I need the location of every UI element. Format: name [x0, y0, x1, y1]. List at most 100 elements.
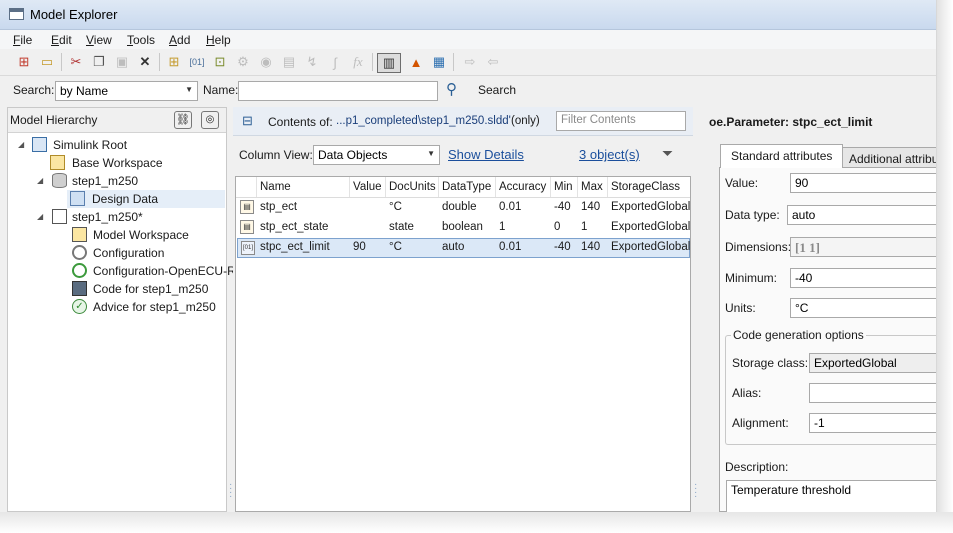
code-generation-group: Code generation options Storage class: E…	[725, 328, 936, 445]
value-field[interactable]: 90	[790, 173, 936, 193]
add-state-icon[interactable]: ◉	[257, 53, 275, 71]
show-details-link[interactable]: Show Details	[448, 147, 524, 162]
expand-arrow-icon[interactable]: ◢	[37, 176, 43, 185]
column-header-max[interactable]: Max	[578, 177, 608, 197]
contents-header: ⊟ Contents of: ...p1_completed\step1_m25…	[233, 107, 693, 136]
menu-view[interactable]: View	[86, 33, 112, 47]
signal-object-icon: ▤	[240, 200, 254, 214]
tab-standard-attributes[interactable]: Standard attributes	[720, 144, 844, 168]
data-type-field[interactable]: auto	[787, 205, 936, 225]
column-header-min[interactable]: Min	[551, 177, 578, 197]
mask-icon[interactable]: ◎	[201, 111, 219, 129]
delete-icon[interactable]: ✕	[136, 53, 154, 71]
alignment-field[interactable]: -1	[809, 413, 936, 433]
grid-view-icon[interactable]: ▦	[430, 53, 448, 71]
column-view-icon[interactable]: ▥	[377, 53, 401, 73]
add-block-icon[interactable]: ⊞	[165, 53, 183, 71]
alias-label: Alias:	[732, 386, 762, 400]
new-model-icon[interactable]: ⊞	[15, 53, 33, 71]
alias-field[interactable]	[809, 383, 936, 403]
code-generation-label: Code generation options	[731, 328, 866, 342]
add-transition-icon[interactable]: ↯	[303, 53, 321, 71]
contents-only-flag: (only)	[511, 115, 540, 127]
object-count-link[interactable]: 3 object(s)	[579, 147, 640, 162]
navigate-forward-icon[interactable]: ⇨	[461, 53, 479, 71]
add-configuration-icon[interactable]: ⚙	[234, 53, 252, 71]
cut-icon[interactable]: ✂	[67, 53, 85, 71]
contents-hierarchy-icon: ⊟	[242, 113, 253, 128]
model-explorer-window: Model Explorer File Edit View Tools Add …	[0, 0, 937, 512]
column-view-select[interactable]: Data Objects	[313, 145, 440, 165]
description-textarea[interactable]: Temperature threshold	[726, 480, 936, 512]
tree-item-step1-m250-dictionary[interactable]: ◢ step1_m250	[8, 172, 226, 190]
menu-edit[interactable]: Edit	[51, 33, 72, 47]
column-header-datatype[interactable]: DataType	[439, 177, 496, 197]
signal-object-icon: ▤	[240, 220, 254, 234]
storage-class-select[interactable]: ExportedGlobal	[809, 353, 936, 373]
toolbar-separator	[453, 53, 454, 71]
tree-item-advice[interactable]: ✓ Advice for step1_m250	[8, 298, 226, 316]
configuration-active-icon	[72, 263, 87, 278]
menu-bar: File Edit View Tools Add Help	[0, 30, 936, 49]
expand-arrow-icon[interactable]: ◢	[18, 140, 24, 149]
menu-file[interactable]: File	[13, 33, 32, 47]
toolbar-separator	[159, 53, 160, 71]
tree-item-step1-m250-model[interactable]: ◢ step1_m250*	[8, 208, 226, 226]
pane-splitter-left[interactable]: · · · ·	[229, 480, 232, 502]
filter-funnel-icon[interactable]: ⏷	[662, 145, 673, 162]
contents-pane: ⊟ Contents of: ...p1_completed\step1_m25…	[233, 107, 693, 512]
menu-tools[interactable]: Tools	[127, 33, 155, 47]
storage-class-label: Storage class:	[732, 356, 809, 370]
tab-additional-attributes[interactable]: Additional attribut	[838, 147, 936, 169]
menu-help[interactable]: Help	[206, 33, 231, 47]
standard-attributes-panel: Value: 90 Data type: auto Dimensions: [1…	[719, 167, 936, 512]
add-fx-icon[interactable]: fx	[349, 53, 367, 71]
column-header-storageclass[interactable]: StorageClass	[608, 177, 690, 197]
tree-item-configuration[interactable]: Configuration	[8, 244, 226, 262]
model-hierarchy-header: Model Hierarchy ⛓ ◎	[8, 108, 226, 133]
search-icon[interactable]: ⚲	[446, 80, 457, 98]
expand-arrow-icon[interactable]: ◢	[37, 212, 43, 221]
open-folder-icon[interactable]: ▭	[38, 53, 56, 71]
table-row-selected[interactable]: [01] stpc_ect_limit 90 °C auto 0.01 -40 …	[237, 238, 690, 258]
menu-add[interactable]: Add	[169, 33, 190, 47]
link-icon[interactable]: ⛓	[174, 111, 192, 129]
tree-item-model-workspace[interactable]: Model Workspace	[8, 226, 226, 244]
column-header-value[interactable]: Value	[350, 177, 386, 197]
description-label: Description:	[725, 460, 789, 474]
filter-contents-input[interactable]: Filter Contents	[556, 111, 686, 131]
add-signal-icon[interactable]: ⊡	[211, 53, 229, 71]
paste-icon[interactable]: ▣	[113, 53, 131, 71]
column-header-name[interactable]: Name	[257, 177, 350, 197]
code-icon	[72, 281, 87, 296]
table-row[interactable]: ▤ stp_ect °C double 0.01 -40 140 Exporte…	[237, 198, 690, 218]
column-header-accuracy[interactable]: Accuracy	[496, 177, 551, 197]
navigate-back-icon[interactable]: ⇦	[484, 53, 502, 71]
tree-item-code[interactable]: Code for step1_m250	[8, 280, 226, 298]
tree-item-configuration-openecu-rt[interactable]: Configuration-OpenECU-RT	[8, 262, 243, 280]
minimum-field[interactable]: -40	[790, 268, 936, 288]
table-header-row: Name Value DocUnits DataType Accuracy Mi…	[236, 177, 690, 198]
toolbar-separator	[61, 53, 62, 71]
table-row[interactable]: ▤ stp_ect_state state boolean 1 0 1 Expo…	[237, 218, 690, 238]
tree-item-design-data[interactable]: Design Data	[67, 190, 225, 208]
add-data-icon[interactable]: [01]	[188, 53, 206, 71]
pane-splitter-right[interactable]: · · · ·	[694, 480, 697, 502]
copy-icon[interactable]: ❐	[90, 53, 108, 71]
add-function-icon[interactable]: ∫	[326, 53, 344, 71]
column-header-docunits[interactable]: DocUnits	[386, 177, 439, 197]
search-bar: Search: by Name Name: ⚲ Search	[0, 76, 936, 104]
matlab-icon[interactable]: ▲	[407, 53, 425, 71]
tree-item-base-workspace[interactable]: Base Workspace	[8, 154, 226, 172]
search-button[interactable]: Search	[478, 83, 516, 97]
search-name-input[interactable]	[238, 81, 438, 101]
design-data-icon	[70, 191, 85, 206]
search-mode-select[interactable]: by Name	[55, 81, 198, 101]
units-field[interactable]: °C	[790, 298, 936, 318]
window-shadow-right	[937, 0, 953, 533]
tree-item-simulink-root[interactable]: ◢ Simulink Root	[8, 136, 226, 154]
configuration-icon	[72, 245, 87, 260]
dimensions-field: [1 1]	[790, 237, 936, 257]
model-hierarchy-pane: Model Hierarchy ⛓ ◎ ◢ Simulink Root Base…	[7, 107, 243, 512]
add-event-icon[interactable]: ▤	[280, 53, 298, 71]
